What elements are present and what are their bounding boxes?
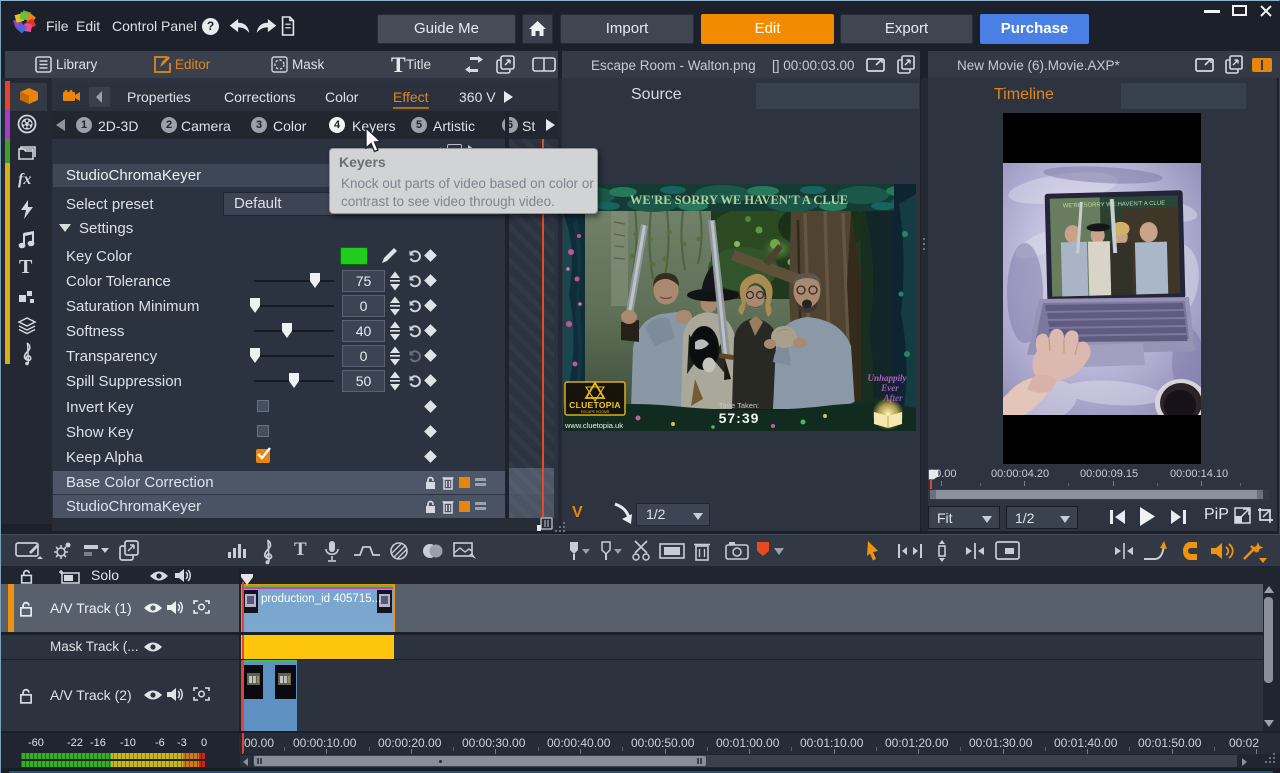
svg-text:Ever: Ever	[880, 383, 899, 393]
svg-text:ESCAPE ROOMS: ESCAPE ROOMS	[581, 410, 610, 414]
svg-text:57:39: 57:39	[719, 410, 760, 426]
svg-text:www.cluetopia.uk: www.cluetopia.uk	[564, 421, 623, 430]
svg-text:Time Taken:: Time Taken:	[719, 401, 759, 410]
svg-text:CLUETOPIA: CLUETOPIA	[569, 400, 621, 410]
svg-text:Unhappily: Unhappily	[867, 373, 907, 383]
svg-text:WE'RE SORRY WE HAVEN'T A CLUE: WE'RE SORRY WE HAVEN'T A CLUE	[630, 193, 848, 207]
